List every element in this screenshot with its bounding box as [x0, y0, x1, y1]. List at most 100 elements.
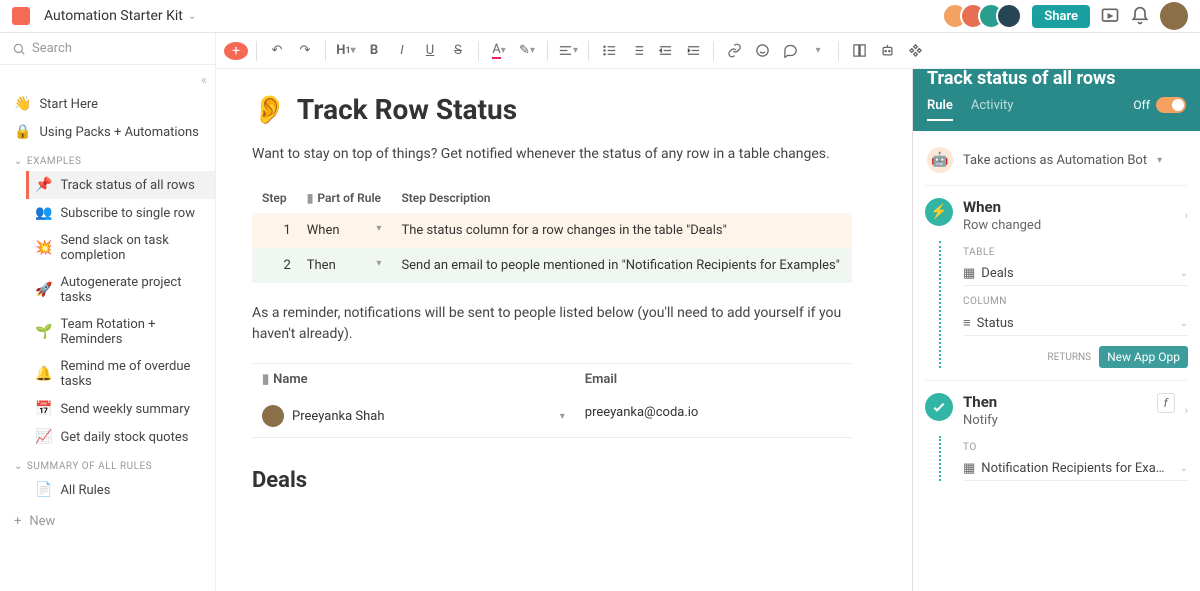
sidebar-item-start[interactable]: 👋 Start Here [0, 90, 215, 118]
label: Start Here [39, 97, 98, 112]
label: Get daily stock quotes [60, 430, 188, 445]
label: Send slack on task completion [60, 233, 201, 263]
when-step[interactable]: ⚡ When Row changed › [925, 198, 1188, 233]
col-desc: Step Description [391, 183, 852, 213]
text-color-button[interactable]: A ▾ [487, 39, 511, 63]
cell-part: Then ▾ [297, 248, 392, 283]
label: Send weekly summary [60, 402, 189, 417]
document-body[interactable]: 👂Track Row Status Want to stay on top of… [216, 33, 912, 591]
tab-rule[interactable]: Rule [927, 98, 953, 121]
field-value: Deals [981, 266, 1013, 281]
label: Track status of all rows [60, 178, 194, 193]
table-row[interactable]: 1 When ▾ The status column for a row cha… [252, 213, 852, 248]
table-row[interactable]: Preeyanka Shah▾ preeyanka@coda.io [252, 395, 852, 438]
collaborator-avatars[interactable] [950, 3, 1022, 29]
table-field[interactable]: ▦ Deals ⌄ [963, 262, 1188, 286]
sidebar-item-weekly[interactable]: 📅Send weekly summary [26, 395, 215, 423]
boom-icon: 💥 [35, 240, 52, 256]
bold-button[interactable]: B [362, 39, 386, 63]
insert-button[interactable]: + [224, 42, 248, 60]
collapse-sidebar-icon[interactable]: « [0, 71, 215, 90]
col-part: ▮Part of Rule [297, 183, 392, 213]
avatar [996, 3, 1022, 29]
formula-button[interactable]: f [1157, 393, 1175, 413]
pin-icon: 📌 [35, 177, 52, 193]
to-field[interactable]: ▦ Notification Recipients for Exa… ⌄ [963, 457, 1188, 481]
bot-actor-row[interactable]: 🤖 Take actions as Automation Bot ▾ [925, 143, 1188, 185]
rocket-icon: 🚀 [35, 282, 52, 298]
sidebar-item-rotation[interactable]: 🌱Team Rotation + Reminders [26, 311, 215, 353]
automation-button[interactable] [875, 39, 899, 63]
link-button[interactable] [722, 39, 746, 63]
sidebar-item-track-status[interactable]: 📌 Track status of all rows [26, 171, 215, 199]
number-list-button[interactable] [625, 39, 649, 63]
new-page-button[interactable]: +New [0, 504, 215, 539]
field-label-column: COLUMN [963, 296, 1188, 307]
column-icon: ≡ [963, 315, 971, 331]
ear-icon: 👂 [252, 93, 287, 126]
cell-step: 2 [252, 248, 297, 283]
indent-button[interactable] [681, 39, 705, 63]
search-input[interactable]: Search [0, 33, 215, 65]
returns-pill[interactable]: New App Opp [1099, 346, 1188, 368]
intro-text: Want to stay on top of things? Get notif… [252, 144, 876, 165]
doc-title[interactable]: Automation Starter Kit ⌄ [44, 8, 196, 24]
packs-button[interactable] [903, 39, 927, 63]
page-title: 👂Track Row Status [252, 93, 876, 126]
chevron-down-icon[interactable]: ▾ [560, 411, 565, 422]
then-step[interactable]: Then Notify f › [925, 393, 1188, 428]
cell-step: 1 [252, 213, 297, 248]
sidebar-item-slack[interactable]: 💥 Send slack on task completion [26, 227, 215, 269]
strike-button[interactable]: S [446, 39, 470, 63]
bot-icon: 🤖 [927, 147, 953, 173]
sidebar-section-examples[interactable]: ⌄EXAMPLES [0, 146, 215, 171]
more-button[interactable]: ▾ [806, 39, 830, 63]
search-placeholder: Search [32, 41, 72, 56]
present-icon[interactable] [1100, 6, 1120, 26]
tab-activity[interactable]: Activity [971, 98, 1014, 121]
sidebar-item-packs[interactable]: 🔒Using Packs + Automations [0, 118, 215, 146]
comment-button[interactable] [778, 39, 802, 63]
cell-desc: The status column for a row changes in t… [391, 213, 852, 248]
italic-button[interactable]: I [390, 39, 414, 63]
outdent-button[interactable] [653, 39, 677, 63]
chevron-right-icon: › [1185, 404, 1188, 417]
align-button[interactable]: ▾ [556, 39, 580, 63]
column-field[interactable]: ≡ Status ⌄ [963, 311, 1188, 336]
highlight-button[interactable]: ✎ ▾ [515, 39, 539, 63]
share-button[interactable]: Share [1032, 5, 1090, 28]
page-icon: 📄 [35, 482, 52, 498]
sidebar-item-all-rules[interactable]: 📄All Rules [26, 476, 215, 504]
sidebar-item-overdue[interactable]: 🔔Remind me of overdue tasks [26, 353, 215, 395]
table-row[interactable]: 2 Then ▾ Send an email to people mention… [252, 248, 852, 283]
automation-toggle[interactable]: Off [1133, 97, 1186, 113]
lightning-icon: ⚡ [925, 198, 953, 226]
chevron-down-icon[interactable]: ▾ [376, 223, 381, 234]
bullet-list-button[interactable] [597, 39, 621, 63]
editor-toolbar: + ↶ ↷ H1 ▾ B I U S A ▾ ✎ ▾ ▾ ▾ [216, 33, 1200, 69]
toggle-label: Off [1133, 98, 1150, 112]
step-title: When [963, 198, 1175, 216]
user-avatar[interactable] [1160, 2, 1188, 30]
heading-button[interactable]: H1 ▾ [334, 39, 358, 63]
toggle-switch[interactable] [1156, 97, 1186, 113]
label: SUMMARY OF ALL RULES [27, 461, 152, 472]
layout-button[interactable] [847, 39, 871, 63]
underline-button[interactable]: U [418, 39, 442, 63]
chevron-down-icon: ⌄ [1180, 268, 1188, 279]
undo-button[interactable]: ↶ [265, 39, 289, 63]
wave-icon: 👋 [14, 96, 31, 112]
emoji-button[interactable] [750, 39, 774, 63]
redo-button[interactable]: ↷ [293, 39, 317, 63]
sidebar-item-stock[interactable]: 📈Get daily stock quotes [26, 423, 215, 451]
sidebar-section-summary[interactable]: ⌄SUMMARY OF ALL RULES [0, 451, 215, 476]
app-logo[interactable] [12, 7, 30, 25]
notifications-icon[interactable] [1130, 6, 1150, 26]
sidebar-item-subscribe[interactable]: 👥Subscribe to single row [26, 199, 215, 227]
recipients-table: ▮Name Email Preeyanka Shah▾ preeyanka@co… [252, 363, 852, 438]
search-icon [12, 42, 26, 56]
label: Remind me of overdue tasks [60, 359, 201, 389]
chevron-down-icon[interactable]: ▾ [376, 258, 381, 269]
sprout-icon: 🌱 [35, 324, 52, 340]
sidebar-item-autogen[interactable]: 🚀Autogenerate project tasks [26, 269, 215, 311]
